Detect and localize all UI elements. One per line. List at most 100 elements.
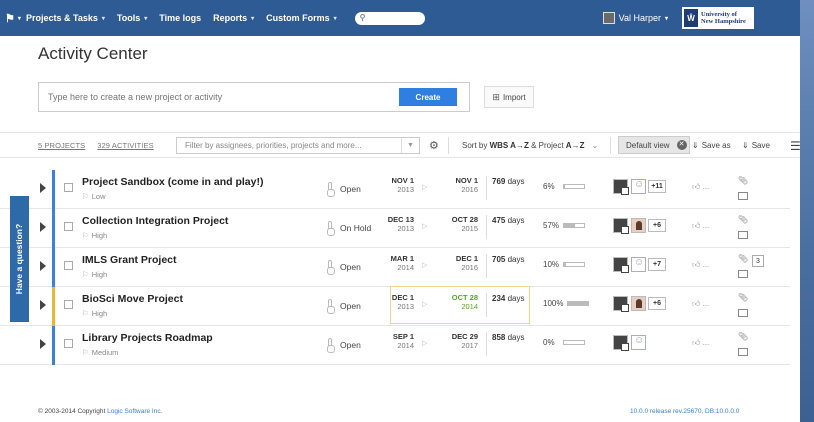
comment-icon[interactable] bbox=[738, 309, 748, 317]
row-checkbox[interactable] bbox=[64, 339, 73, 348]
nav-custom-forms[interactable]: Custom Forms ▾ bbox=[266, 13, 337, 23]
nav-reports[interactable]: Reports ▾ bbox=[213, 13, 254, 23]
avatar[interactable] bbox=[613, 218, 629, 234]
avatar[interactable] bbox=[613, 257, 629, 273]
comment-icon[interactable] bbox=[738, 348, 748, 356]
priority[interactable]: ⚐ High bbox=[82, 309, 107, 318]
more-assignees-badge[interactable]: +6 bbox=[648, 219, 666, 232]
status[interactable]: Open bbox=[327, 260, 361, 275]
row-checkbox[interactable] bbox=[64, 222, 73, 231]
priority[interactable]: ⚐ High bbox=[82, 231, 107, 240]
paperclip-icon[interactable]: 📎︎ bbox=[738, 293, 748, 302]
status[interactable]: Open bbox=[327, 299, 361, 314]
nav-search-input[interactable]: ⚲ bbox=[354, 11, 425, 25]
table-row[interactable]: BioSci Move Project ⚐ High Open DEC 1 2013 ▷ OC… bbox=[0, 287, 790, 326]
table-row[interactable]: IMLS Grant Project ⚐ High Open MAR 1 2014 ▷ DEC… bbox=[0, 248, 790, 287]
start-date[interactable]: MAR 1 2014 bbox=[376, 254, 414, 272]
activities-count-link[interactable]: 329 ACTIVITIES bbox=[97, 141, 153, 150]
save-as-button[interactable]: ⇓ Save as bbox=[692, 133, 731, 157]
avatar[interactable] bbox=[631, 179, 646, 194]
avatar[interactable] bbox=[631, 296, 646, 311]
table-row[interactable]: Collection Integration Project ⚐ High On Ho… bbox=[0, 209, 790, 248]
status[interactable]: On Hold bbox=[327, 221, 371, 236]
project-name[interactable]: BioSci Move Project bbox=[82, 293, 183, 305]
comment-icon[interactable] bbox=[738, 231, 748, 239]
expand-icon[interactable] bbox=[40, 183, 46, 193]
avatar[interactable] bbox=[631, 335, 646, 350]
save-button[interactable]: ⇓ Save bbox=[742, 133, 770, 157]
priority-label: High bbox=[91, 270, 108, 279]
nav-tools[interactable]: Tools ▾ bbox=[117, 13, 147, 23]
paperclip-icon[interactable]: 📎︎ bbox=[738, 215, 748, 224]
chevron-down-icon: ▾ bbox=[251, 15, 255, 22]
like-button[interactable]: 👍︎ ... bbox=[692, 221, 709, 231]
default-view-chip[interactable]: Default view ✕ bbox=[618, 136, 690, 154]
project-name[interactable]: Project Sandbox (come in and play!) bbox=[82, 176, 263, 188]
expand-icon[interactable] bbox=[40, 300, 46, 310]
status-label: Open bbox=[340, 261, 361, 272]
end-date[interactable]: OCT 28 2014 bbox=[440, 293, 478, 311]
avatar[interactable] bbox=[613, 179, 629, 195]
expand-icon[interactable] bbox=[40, 222, 46, 232]
close-icon[interactable]: ✕ bbox=[676, 140, 687, 150]
end-date[interactable]: DEC 29 2017 bbox=[440, 332, 478, 350]
like-button[interactable]: 👍︎ ... bbox=[692, 299, 709, 309]
project-name[interactable]: Library Projects Roadmap bbox=[82, 332, 213, 344]
create-input[interactable] bbox=[40, 84, 396, 110]
avatar[interactable] bbox=[631, 218, 646, 233]
company-link[interactable]: Logic Software Inc. bbox=[107, 408, 162, 415]
status[interactable]: Open bbox=[327, 182, 361, 197]
row-checkbox[interactable] bbox=[64, 300, 73, 309]
priority[interactable]: ⚐ Low bbox=[82, 192, 106, 201]
projects-count-link[interactable]: 5 PROJECTS bbox=[38, 141, 85, 150]
default-view-label: Default view bbox=[626, 140, 670, 150]
project-name[interactable]: Collection Integration Project bbox=[82, 215, 228, 227]
start-date[interactable]: DEC 13 2013 bbox=[376, 215, 414, 233]
avatar[interactable] bbox=[613, 335, 629, 351]
like-button[interactable]: 👍︎ ... bbox=[692, 182, 709, 192]
nav-time-logs[interactable]: Time logs bbox=[159, 13, 201, 23]
priority[interactable]: ⚐ Medium bbox=[82, 348, 118, 357]
filter-input[interactable]: Filter by assignees, priorities, project… bbox=[176, 137, 420, 154]
priority[interactable]: ⚐ High bbox=[82, 270, 107, 279]
toolbar: 5 PROJECTS 329 ACTIVITIES Filter by assi… bbox=[0, 132, 800, 158]
more-assignees-badge[interactable]: +7 bbox=[648, 258, 666, 271]
end-date[interactable]: NOV 1 2016 bbox=[440, 176, 478, 194]
more-assignees-badge[interactable]: +6 bbox=[648, 297, 666, 310]
like-button[interactable]: 👍︎ ... bbox=[692, 338, 709, 348]
progress-bar bbox=[563, 262, 585, 267]
project-name[interactable]: IMLS Grant Project bbox=[82, 254, 177, 266]
more-assignees-badge[interactable]: +11 bbox=[648, 180, 666, 193]
start-date[interactable]: SEP 1 2014 bbox=[376, 332, 414, 350]
like-button[interactable]: 👍︎ ... bbox=[692, 260, 709, 270]
avatar[interactable] bbox=[613, 296, 629, 312]
status[interactable]: Open bbox=[327, 338, 361, 353]
settings-button[interactable]: ⚙ bbox=[429, 133, 439, 157]
expand-icon[interactable] bbox=[40, 261, 46, 271]
start-date[interactable]: DEC 1 2013 bbox=[376, 293, 414, 311]
avatar[interactable] bbox=[631, 257, 646, 272]
flag-icon[interactable]: ⚑ ▾ bbox=[0, 0, 26, 36]
table-row[interactable]: Library Projects Roadmap ⚐ Medium Open SEP 1… bbox=[0, 326, 790, 365]
nav-label: Tools bbox=[116, 13, 141, 23]
end-date[interactable]: OCT 28 2015 bbox=[440, 215, 478, 233]
comment-icon[interactable] bbox=[738, 270, 748, 278]
comment-icon[interactable] bbox=[738, 192, 748, 200]
paperclip-icon[interactable]: 📎︎ bbox=[738, 176, 748, 185]
filter-dropdown-icon[interactable]: ▼ bbox=[401, 138, 419, 153]
create-button[interactable]: Create bbox=[399, 88, 457, 106]
table-row[interactable]: Project Sandbox (come in and play!) ⚐ Low O… bbox=[0, 170, 790, 209]
start-date[interactable]: NOV 1 2013 bbox=[376, 176, 414, 194]
import-button[interactable]: ⊞ Import bbox=[484, 86, 534, 108]
user-menu[interactable]: Val Harper ▾ Ŵ University of New Hampshi… bbox=[602, 7, 754, 29]
paperclip-icon[interactable]: 📎︎ bbox=[738, 332, 748, 341]
end-date[interactable]: DEC 1 2016 bbox=[440, 254, 478, 272]
comment-count-badge[interactable]: 3 bbox=[752, 255, 764, 267]
row-checkbox[interactable] bbox=[64, 183, 73, 192]
row-checkbox[interactable] bbox=[64, 261, 73, 270]
help-tab[interactable]: Have a question? bbox=[10, 196, 29, 322]
sort-control[interactable]: Sort by WBS A→Z & Project A→Z ⌄ bbox=[462, 133, 598, 157]
paperclip-icon[interactable]: 📎︎ bbox=[738, 254, 748, 263]
nav-projects-tasks[interactable]: Projects & Tasks ▾ bbox=[26, 13, 105, 23]
expand-icon[interactable] bbox=[40, 339, 46, 349]
